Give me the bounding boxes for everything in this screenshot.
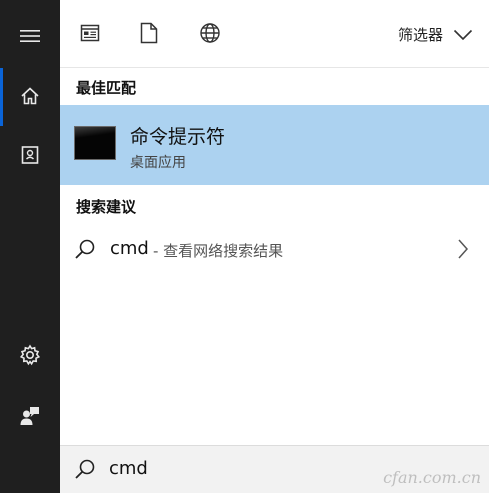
- filter-bar: 筛选器: [60, 0, 489, 68]
- web-suggestion-item[interactable]: cmd - 查看网络搜索结果: [60, 226, 489, 272]
- search-input[interactable]: cmd: [109, 458, 148, 479]
- watermark: cfan.com.cn: [383, 468, 481, 487]
- search-box[interactable]: cmd cfan.com.cn: [60, 445, 489, 493]
- left-rail: [0, 0, 60, 493]
- suggestion-description: - 查看网络搜索结果: [153, 242, 284, 260]
- settings-button[interactable]: [0, 327, 60, 383]
- result-subtitle: 桌面应用: [130, 155, 186, 171]
- document-icon: [140, 22, 158, 48]
- menu-button[interactable]: [0, 8, 60, 64]
- hamburger-menu-icon: [20, 28, 40, 44]
- home-button[interactable]: [0, 68, 60, 124]
- globe-icon: [199, 22, 221, 48]
- user-feedback-icon: [19, 405, 41, 427]
- app-icon: [80, 24, 100, 46]
- chevron-right-icon[interactable]: [457, 238, 469, 264]
- notebook-icon: [20, 145, 40, 165]
- result-title: 命令提示符: [130, 126, 226, 148]
- best-match-result[interactable]: 命令提示符 桌面应用: [60, 105, 489, 185]
- gear-icon: [19, 344, 41, 366]
- best-match-heading: 最佳匹配: [76, 79, 137, 97]
- apps-filter-button[interactable]: [75, 20, 105, 50]
- search-icon: [74, 458, 96, 484]
- search-icon: [74, 238, 96, 264]
- documents-filter-button[interactable]: [134, 20, 164, 50]
- web-filter-button[interactable]: [195, 20, 225, 50]
- suggestions-heading: 搜索建议: [76, 198, 137, 216]
- notebook-button[interactable]: [0, 127, 60, 183]
- search-panel: 筛选器 最佳匹配 命令提示符 桌面应用 搜索建议 cmd - 查看网络搜索结果: [60, 0, 489, 493]
- chevron-down-icon[interactable]: [453, 26, 473, 45]
- command-prompt-icon: [74, 126, 116, 160]
- suggestion-query: cmd: [110, 238, 149, 259]
- home-icon: [20, 86, 40, 106]
- feedback-button[interactable]: [0, 388, 60, 444]
- filters-dropdown[interactable]: 筛选器: [398, 24, 443, 45]
